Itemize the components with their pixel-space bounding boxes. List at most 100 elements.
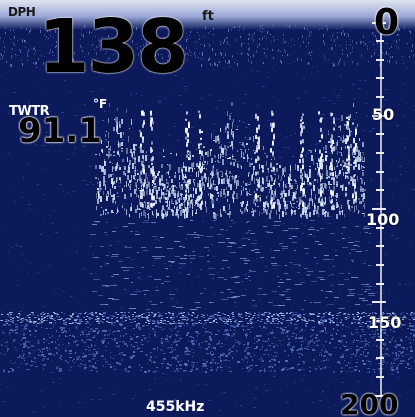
bottom-return	[213, 353, 214, 355]
bottom-return	[325, 329, 326, 331]
bottom-return	[123, 328, 126, 329]
surface-clutter	[295, 25, 296, 27]
structure-echo	[208, 177, 209, 183]
bottom-return	[78, 365, 79, 366]
noise-speckle	[301, 223, 303, 224]
bottom-return	[216, 369, 217, 371]
bottom-line	[277, 314, 279, 315]
noise-speckle	[14, 187, 15, 188]
scatter-echo	[207, 261, 210, 262]
structure-echo	[128, 136, 129, 142]
bottom-return	[93, 355, 96, 357]
structure-echo	[158, 171, 160, 173]
surface-clutter	[194, 42, 195, 43]
bottom-line	[186, 317, 188, 318]
scatter-echo	[234, 302, 236, 303]
structure-echo	[363, 167, 365, 168]
structure-echo	[176, 153, 177, 156]
bottom-return	[64, 330, 66, 332]
scatter-echo	[106, 263, 109, 264]
bottom-return	[275, 359, 276, 361]
noise-speckle	[273, 40, 274, 41]
structure-echo	[247, 201, 248, 206]
scatter-echo	[304, 300, 306, 301]
noise-speckle	[60, 248, 61, 249]
structure-echo	[328, 134, 329, 135]
structure-echo	[328, 190, 329, 191]
noise-speckle	[177, 140, 180, 141]
structure-echo	[108, 141, 109, 147]
bottom-return	[276, 327, 279, 328]
noise-speckle	[263, 261, 264, 262]
bright-echo	[352, 122, 354, 125]
bottom-return	[209, 338, 212, 340]
bottom-return	[152, 313, 155, 314]
scatter-echo	[248, 230, 251, 231]
noise-speckle	[33, 315, 35, 316]
bright-echo	[257, 116, 259, 119]
surface-clutter	[241, 54, 242, 55]
scatter-echo	[286, 299, 291, 300]
structure-echo	[356, 205, 357, 210]
bottom-return	[285, 360, 288, 362]
noise-speckle	[232, 223, 234, 224]
bright-echo	[201, 150, 203, 156]
structure-echo	[190, 195, 192, 198]
bottom-return	[79, 319, 82, 320]
structure-echo	[227, 158, 229, 159]
bottom-return	[95, 328, 98, 329]
noise-speckle	[85, 270, 87, 271]
bottom-line	[79, 323, 81, 324]
bottom-return	[232, 318, 234, 319]
bottom-return	[84, 364, 86, 366]
noise-speckle	[33, 353, 34, 354]
bottom-return	[184, 325, 185, 326]
structure-echo	[209, 213, 210, 214]
surface-clutter	[323, 34, 324, 37]
noise-speckle	[33, 325, 34, 326]
bottom-return	[275, 355, 277, 357]
surface-clutter	[341, 26, 342, 28]
noise-speckle	[248, 312, 250, 313]
bottom-return	[124, 368, 127, 370]
noise-speckle	[191, 365, 192, 366]
scatter-echo	[314, 302, 321, 303]
noise-speckle	[326, 228, 327, 229]
structure-echo	[245, 183, 247, 186]
bottom-return	[166, 341, 169, 342]
bottom-return	[329, 342, 331, 344]
scatter-echo	[112, 231, 116, 232]
noise-speckle	[333, 210, 334, 211]
bottom-line	[135, 316, 137, 317]
scatter-echo	[209, 302, 212, 303]
bottom-return	[25, 363, 28, 365]
bottom-return	[177, 370, 179, 372]
structure-echo	[117, 152, 119, 154]
bottom-line	[409, 323, 411, 324]
noise-speckle	[121, 139, 124, 140]
structure-echo	[288, 190, 290, 196]
structure-echo	[193, 162, 194, 167]
noise-speckle	[37, 272, 39, 273]
bottom-return	[203, 359, 204, 361]
surface-clutter	[281, 61, 282, 64]
structure-echo	[229, 157, 231, 159]
surface-clutter	[348, 34, 349, 37]
bottom-return	[209, 332, 211, 333]
noise-speckle	[146, 305, 148, 306]
scatter-echo	[195, 302, 200, 303]
noise-speckle	[215, 107, 218, 108]
noise-speckle	[169, 265, 172, 266]
structure-echo	[190, 188, 191, 189]
bottom-return	[182, 316, 184, 318]
surface-clutter	[22, 39, 23, 42]
bottom-return	[328, 359, 329, 361]
structure-echo	[126, 148, 128, 154]
bottom-return	[227, 318, 230, 319]
noise-speckle	[398, 104, 400, 105]
structure-echo	[220, 153, 221, 159]
structure-echo	[111, 179, 113, 184]
bright-echo	[255, 196, 257, 200]
structure-echo	[218, 135, 219, 137]
bottom-return	[205, 341, 208, 342]
